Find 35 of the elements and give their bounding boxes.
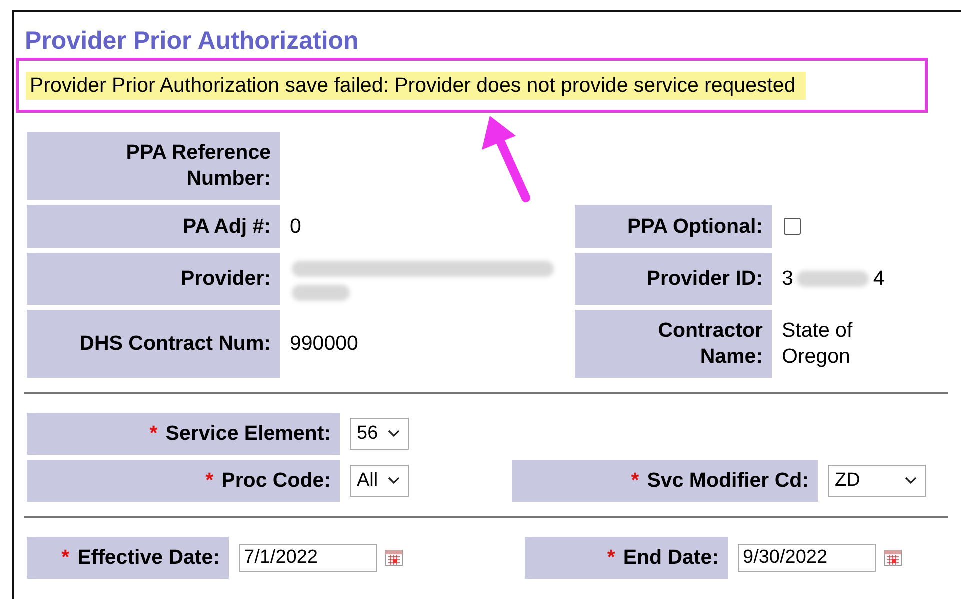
label-text: End Date: <box>623 545 719 571</box>
field-value: 3 <box>782 266 794 292</box>
required-mark: * <box>150 421 158 447</box>
label-text: PA Adj #: <box>182 214 271 240</box>
label-text: PPA Reference Number: <box>126 140 271 192</box>
calendar-icon[interactable] <box>884 550 902 566</box>
checkbox[interactable] <box>784 218 801 235</box>
calendar-icon[interactable] <box>385 550 403 566</box>
required-mark: * <box>631 468 640 494</box>
label-text: DHS Contract Num: <box>80 331 271 357</box>
label-text: Provider: <box>181 266 271 292</box>
dropdown[interactable]: 56 <box>350 418 410 450</box>
field-value: 4 <box>873 266 885 292</box>
caret-icon <box>388 477 400 485</box>
field-value: 0 <box>290 214 302 240</box>
field-value: State of Oregon <box>782 318 853 370</box>
date-field[interactable]: 7/1/2022 <box>239 544 377 572</box>
label-text: Proc Code: <box>222 468 331 494</box>
caret-icon <box>905 477 917 485</box>
label-text: Effective Date: <box>78 545 220 571</box>
required-mark: * <box>62 545 70 571</box>
label-text: Service Element: <box>166 421 331 447</box>
required-mark: * <box>607 545 616 571</box>
label-text: Contractor Name: <box>658 318 763 370</box>
label-text: PPA Optional: <box>627 214 763 240</box>
required-mark: * <box>206 468 214 494</box>
error-message: Provider Prior Authorization save failed: Provider does not provide service requested <box>26 72 806 100</box>
label-text: Svc Modifier Cd: <box>647 468 809 494</box>
date-field[interactable]: 9/30/2022 <box>738 544 876 572</box>
caret-icon <box>388 430 400 438</box>
dropdown[interactable]: ZD <box>828 465 926 497</box>
dropdown[interactable]: All <box>350 465 410 497</box>
page-title: Provider Prior Authorization <box>25 26 360 56</box>
label-text: Provider ID: <box>646 266 763 292</box>
field-value: 990000 <box>290 331 358 357</box>
